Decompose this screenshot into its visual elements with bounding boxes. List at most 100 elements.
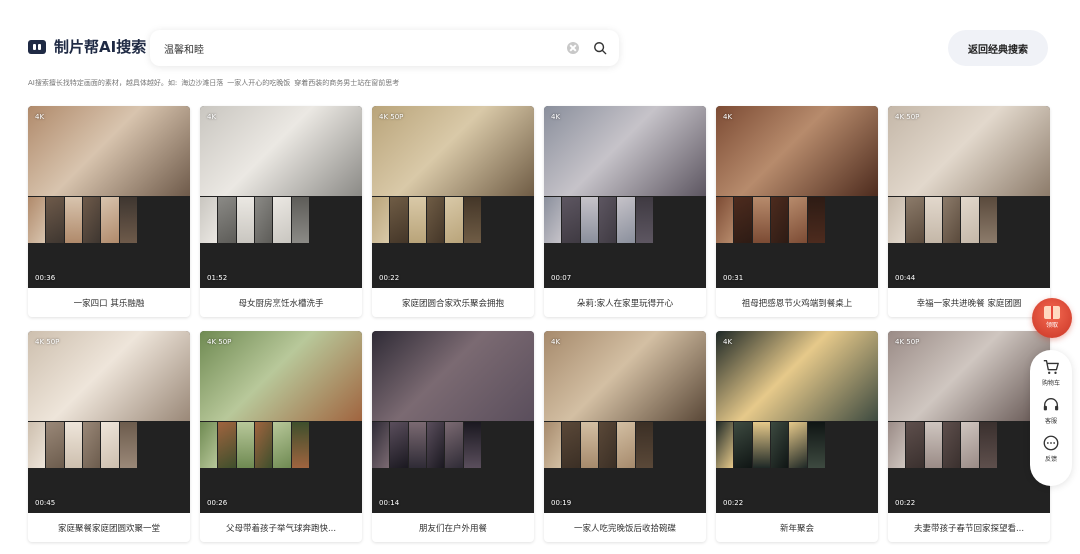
thumbnail-frame (101, 422, 119, 468)
thumbnail-frame (943, 422, 961, 468)
thumbnail-frame (463, 197, 481, 243)
card-caption[interactable]: 夫妻带孩子春节回家探望看... (888, 513, 1050, 542)
gift-button[interactable]: 领取 (1032, 298, 1072, 338)
search-input[interactable] (164, 42, 567, 54)
feedback-label: 反馈 (1044, 456, 1057, 463)
thumbnail-frame (580, 197, 598, 243)
classic-search-button[interactable]: 返回经典搜索 (948, 30, 1048, 66)
result-card[interactable]: 4K 00:31 祖母把感恩节火鸡端到餐桌上 (716, 106, 878, 317)
thumbnail-frame (255, 422, 273, 468)
result-card[interactable]: 4K 01:52 母女厨房烹饪水槽洗手 (200, 106, 362, 317)
result-card[interactable]: 4K 00:07 朵莉:家人在家里玩得开心 (544, 106, 706, 317)
headset-icon (1043, 398, 1059, 411)
card-caption[interactable]: 一家四口 其乐融融 (28, 288, 190, 317)
video-thumbnail[interactable]: 4K 50P 00:22 (372, 106, 534, 288)
thumbnail-frame-row (599, 422, 653, 468)
video-thumbnail[interactable]: 4K 00:07 (544, 106, 706, 288)
clear-icon[interactable] (567, 42, 579, 54)
video-thumbnail[interactable]: 4K 00:31 (716, 106, 878, 288)
thumbnail-frame-row (599, 197, 653, 243)
result-card[interactable]: 4K 50P 00:45 家庭聚餐家庭团圆欢聚一堂 (28, 331, 190, 542)
card-caption[interactable]: 家庭团圆合家欢乐聚会拥抱 (372, 288, 534, 317)
video-thumbnail[interactable]: 4K 00:19 (544, 331, 706, 513)
card-caption[interactable]: 新年聚会 (716, 513, 878, 542)
thumbnail-frame (291, 422, 309, 468)
hint-example[interactable]: 穿着西装的商务男士站在窗前思考 (294, 79, 399, 87)
thumbnail-frame (961, 197, 979, 243)
video-thumbnail[interactable]: 4K 01:52 (200, 106, 362, 288)
card-caption[interactable]: 朋友们在户外用餐 (372, 513, 534, 542)
thumbnail-frame (119, 197, 137, 243)
thumbnail-frame-row (427, 422, 481, 468)
thumbnail-frame (291, 197, 309, 243)
result-card[interactable]: 4K 00:22 新年聚会 (716, 331, 878, 542)
video-thumbnail[interactable]: 4K 50P 00:26 (200, 331, 362, 513)
video-thumbnail[interactable]: 00:14 (372, 331, 534, 513)
result-card[interactable]: 4K 50P 00:26 父母带着孩子举气球奔跑快... (200, 331, 362, 542)
quality-badge: 4K (35, 113, 45, 121)
thumbnail-frame (427, 422, 445, 468)
video-thumbnail[interactable]: 4K 50P 00:45 (28, 331, 190, 513)
thumbnail-frame (752, 197, 770, 243)
search-icon[interactable] (593, 41, 607, 55)
thumbnail-frame-row (544, 197, 598, 243)
hint-example[interactable]: 海边沙滩日落 (181, 79, 223, 87)
thumbnail-frame (273, 422, 291, 468)
thumbnail-frame (734, 197, 752, 243)
thumbnail-frame (752, 422, 770, 468)
thumbnail-frame (200, 197, 218, 243)
cart-button[interactable]: 购物车 (1042, 358, 1060, 387)
video-thumbnail[interactable]: 4K 00:36 (28, 106, 190, 288)
thumbnail-frame (408, 197, 426, 243)
card-caption[interactable]: 家庭聚餐家庭团圆欢聚一堂 (28, 513, 190, 542)
thumbnail-frame (906, 197, 924, 243)
video-thumbnail[interactable]: 4K 50P 00:44 (888, 106, 1050, 288)
hint-example[interactable]: 一家人开心的吃晚饭 (227, 79, 290, 87)
video-thumbnail[interactable]: 4K 00:22 (716, 331, 878, 513)
thumbnail-frame (64, 422, 82, 468)
quality-badge: 4K (723, 338, 733, 346)
thumbnail-frame-row (83, 422, 137, 468)
card-caption[interactable]: 母女厨房烹饪水槽洗手 (200, 288, 362, 317)
thumbnail-frame (218, 197, 236, 243)
floating-toolbar: 购物车 客服 反馈 (1030, 350, 1072, 486)
duration-label: 00:19 (551, 499, 572, 507)
duration-label: 00:22 (895, 499, 916, 507)
thumbnail-frame (734, 422, 752, 468)
thumbnail-frame (979, 197, 997, 243)
quality-badge: 4K 50P (895, 113, 920, 121)
thumbnail-frame-row (943, 197, 997, 243)
card-caption[interactable]: 幸福一家共进晚餐 家庭团圆 (888, 288, 1050, 317)
result-card[interactable]: 4K 50P 00:22 夫妻带孩子春节回家探望看... (888, 331, 1050, 542)
thumbnail-frame (255, 197, 273, 243)
hint-intro: AI搜索擅长找特定画面的素材，越具体越好。如: (28, 79, 178, 87)
result-card[interactable]: 00:14 朋友们在户外用餐 (372, 331, 534, 542)
thumbnail-frame (236, 422, 254, 468)
result-card[interactable]: 4K 50P 00:22 家庭团圆合家欢乐聚会拥抱 (372, 106, 534, 317)
logo[interactable]: 制片帮AI搜索 (28, 36, 146, 57)
result-card[interactable]: 4K 00:19 一家人吃完晚饭后收拾碗碟 (544, 331, 706, 542)
duration-label: 00:36 (35, 274, 56, 282)
card-caption[interactable]: 祖母把感恩节火鸡端到餐桌上 (716, 288, 878, 317)
feedback-button[interactable]: 反馈 (1042, 434, 1060, 463)
thumbnail-frame (544, 197, 562, 243)
thumbnail-frame (445, 197, 463, 243)
result-card[interactable]: 4K 50P 00:44 幸福一家共进晚餐 家庭团圆 (888, 106, 1050, 317)
thumbnail-frame-row (771, 197, 825, 243)
card-caption[interactable]: 父母带着孩子举气球奔跑快... (200, 513, 362, 542)
duration-label: 00:45 (35, 499, 56, 507)
card-caption[interactable]: 一家人吃完晚饭后收拾碗碟 (544, 513, 706, 542)
quality-badge: 4K (551, 338, 561, 346)
gift-label: 领取 (1045, 321, 1058, 329)
result-card[interactable]: 4K 00:36 一家四口 其乐融融 (28, 106, 190, 317)
quality-badge: 4K (723, 113, 733, 121)
thumbnail-frame (463, 422, 481, 468)
search-bar (150, 30, 619, 66)
thumbnail-frame (716, 197, 734, 243)
service-button[interactable]: 客服 (1042, 396, 1060, 425)
video-thumbnail[interactable]: 4K 50P 00:22 (888, 331, 1050, 513)
thumbnail-frame (789, 197, 807, 243)
thumbnail-frame (906, 422, 924, 468)
thumbnail-frame-row (372, 197, 426, 243)
card-caption[interactable]: 朵莉:家人在家里玩得开心 (544, 288, 706, 317)
